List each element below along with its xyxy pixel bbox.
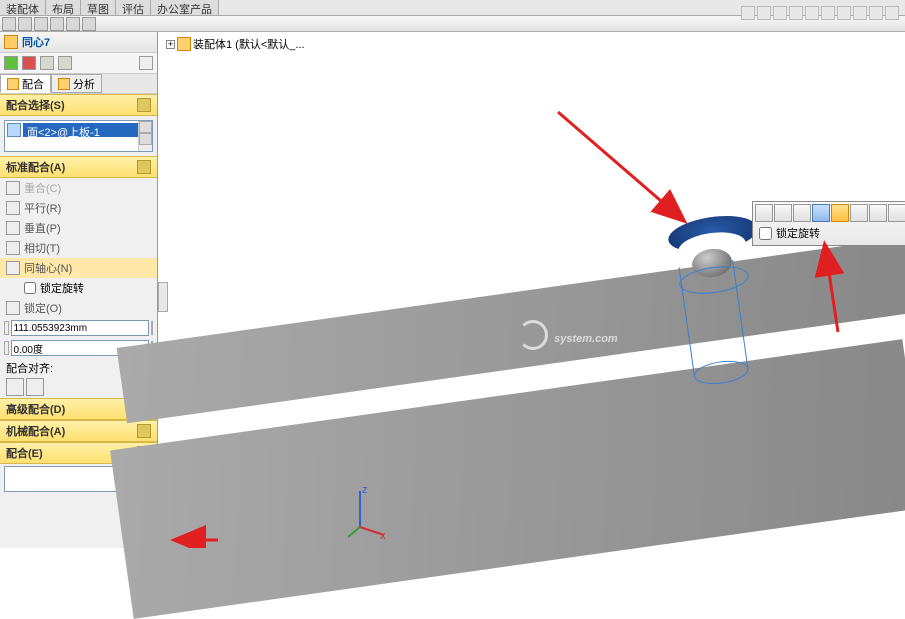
selection-scrollbar[interactable] (138, 121, 152, 151)
panel-expand-handle[interactable] (158, 282, 168, 312)
ok-button[interactable] (4, 56, 18, 70)
toolbar-icon[interactable] (18, 17, 32, 31)
toolbar-icon[interactable] (50, 17, 64, 31)
render-icon[interactable] (885, 6, 899, 20)
feature-title: 同心7 (0, 32, 157, 53)
collapse-icon[interactable] (137, 98, 151, 112)
mate-lock[interactable]: 锁定(O) (0, 298, 157, 318)
ctx-lock-rotation-checkbox[interactable] (759, 227, 772, 240)
hide-show-icon[interactable] (837, 6, 851, 20)
mate-coincident[interactable]: 重合(C) (0, 178, 157, 198)
scroll-down-icon[interactable] (139, 133, 152, 145)
heads-up-toolbar (741, 6, 899, 20)
ctx-coincident-button[interactable] (755, 204, 773, 222)
svg-text:x: x (380, 530, 386, 540)
selection-item[interactable]: 面<2>@上板-1 (23, 123, 150, 137)
pin-button[interactable] (139, 56, 153, 70)
ctx-lock-rotation-label: 锁定旋转 (776, 225, 820, 241)
ctx-angle-button[interactable] (869, 204, 887, 222)
view-orient-icon[interactable] (805, 6, 819, 20)
mate-parallel[interactable]: 平行(R) (0, 198, 157, 218)
toolbar-icon[interactable] (34, 17, 48, 31)
view-triad[interactable]: z x (348, 485, 388, 540)
lock-icon (6, 301, 20, 315)
coincident-icon (6, 181, 20, 195)
feature-name: 同心7 (22, 34, 50, 50)
display-style-icon[interactable] (821, 6, 835, 20)
collapse-icon[interactable] (137, 160, 151, 174)
ctx-distance-button[interactable] (850, 204, 868, 222)
flyout-tree[interactable]: + 装配体1 (默认<默认_... (166, 36, 305, 52)
tab-assembly[interactable]: 装配体 (0, 0, 46, 15)
toolbar-icon[interactable] (2, 17, 16, 31)
svg-text:z: z (362, 485, 368, 496)
context-mate-toolbar: 锁定旋转 (752, 201, 905, 246)
expand-icon[interactable] (137, 424, 151, 438)
tab-office[interactable]: 办公室产品 (151, 0, 219, 15)
parallel-icon (6, 201, 20, 215)
toolbar-icon[interactable] (66, 17, 80, 31)
face-icon (7, 123, 21, 137)
distance-input[interactable] (11, 320, 149, 336)
tab-layout[interactable]: 布局 (46, 0, 81, 15)
ctx-lock-button[interactable] (831, 204, 849, 222)
tab-mate[interactable]: 配合 (0, 74, 51, 93)
concentric-icon (6, 261, 20, 275)
analysis-tab-icon (58, 78, 70, 90)
mate-icon (4, 35, 18, 49)
distance-row (0, 318, 157, 338)
tab-sketch[interactable]: 草图 (81, 0, 116, 15)
assembly-icon (177, 37, 191, 51)
ctx-tangent-button[interactable] (793, 204, 811, 222)
view-setting-icon[interactable] (869, 6, 883, 20)
section-standard-mates[interactable]: 标准配合(A) (0, 156, 157, 178)
annotation-arrow (558, 112, 683, 220)
align-opposed-button[interactable] (26, 378, 44, 396)
tree-expand-icon[interactable]: + (166, 40, 175, 49)
cancel-button[interactable] (22, 56, 36, 70)
zoom-fit-icon[interactable] (741, 6, 755, 20)
ctx-perpendicular-button[interactable] (774, 204, 792, 222)
section-mate-selection[interactable]: 配合选择(S) (0, 94, 157, 116)
scroll-up-icon[interactable] (139, 121, 152, 133)
mate-concentric[interactable]: 同轴心(N) (0, 258, 157, 278)
preview-button[interactable] (40, 56, 54, 70)
graphics-viewport[interactable]: + 装配体1 (默认<默认_... (158, 32, 905, 548)
tab-evaluate[interactable]: 评估 (116, 0, 151, 15)
undo-button[interactable] (58, 56, 72, 70)
mate-perpendicular[interactable]: 垂直(P) (0, 218, 157, 238)
scene-icon[interactable] (853, 6, 867, 20)
zoom-area-icon[interactable] (757, 6, 771, 20)
lock-rotation-row[interactable]: 锁定旋转 (0, 278, 157, 298)
ctx-concentric-button[interactable] (812, 204, 830, 222)
mate-tangent[interactable]: 相切(T) (0, 238, 157, 258)
distance-icon (4, 321, 9, 335)
section-mechanical-mates[interactable]: 机械配合(A) (0, 420, 157, 442)
angle-icon (4, 341, 9, 355)
lock-rotation-checkbox[interactable] (24, 282, 36, 294)
confirm-row (0, 53, 157, 74)
ctx-align-same-button[interactable] (888, 204, 905, 222)
tree-root-label[interactable]: 装配体1 (默认<默认_... (193, 36, 305, 52)
model-hole-feature[interactable] (668, 217, 758, 307)
perpendicular-icon (6, 221, 20, 235)
section-view-icon[interactable] (789, 6, 803, 20)
tab-analysis[interactable]: 分析 (51, 74, 102, 93)
distance-spinner[interactable] (151, 321, 154, 335)
toolbar-icon[interactable] (82, 17, 96, 31)
align-same-button[interactable] (6, 378, 24, 396)
prev-view-icon[interactable] (773, 6, 787, 20)
mate-tabs: 配合 分析 (0, 74, 157, 94)
mate-tab-icon (7, 78, 19, 90)
selection-list[interactable]: 面<2>@上板-1 (4, 120, 153, 152)
tangent-icon (6, 241, 20, 255)
